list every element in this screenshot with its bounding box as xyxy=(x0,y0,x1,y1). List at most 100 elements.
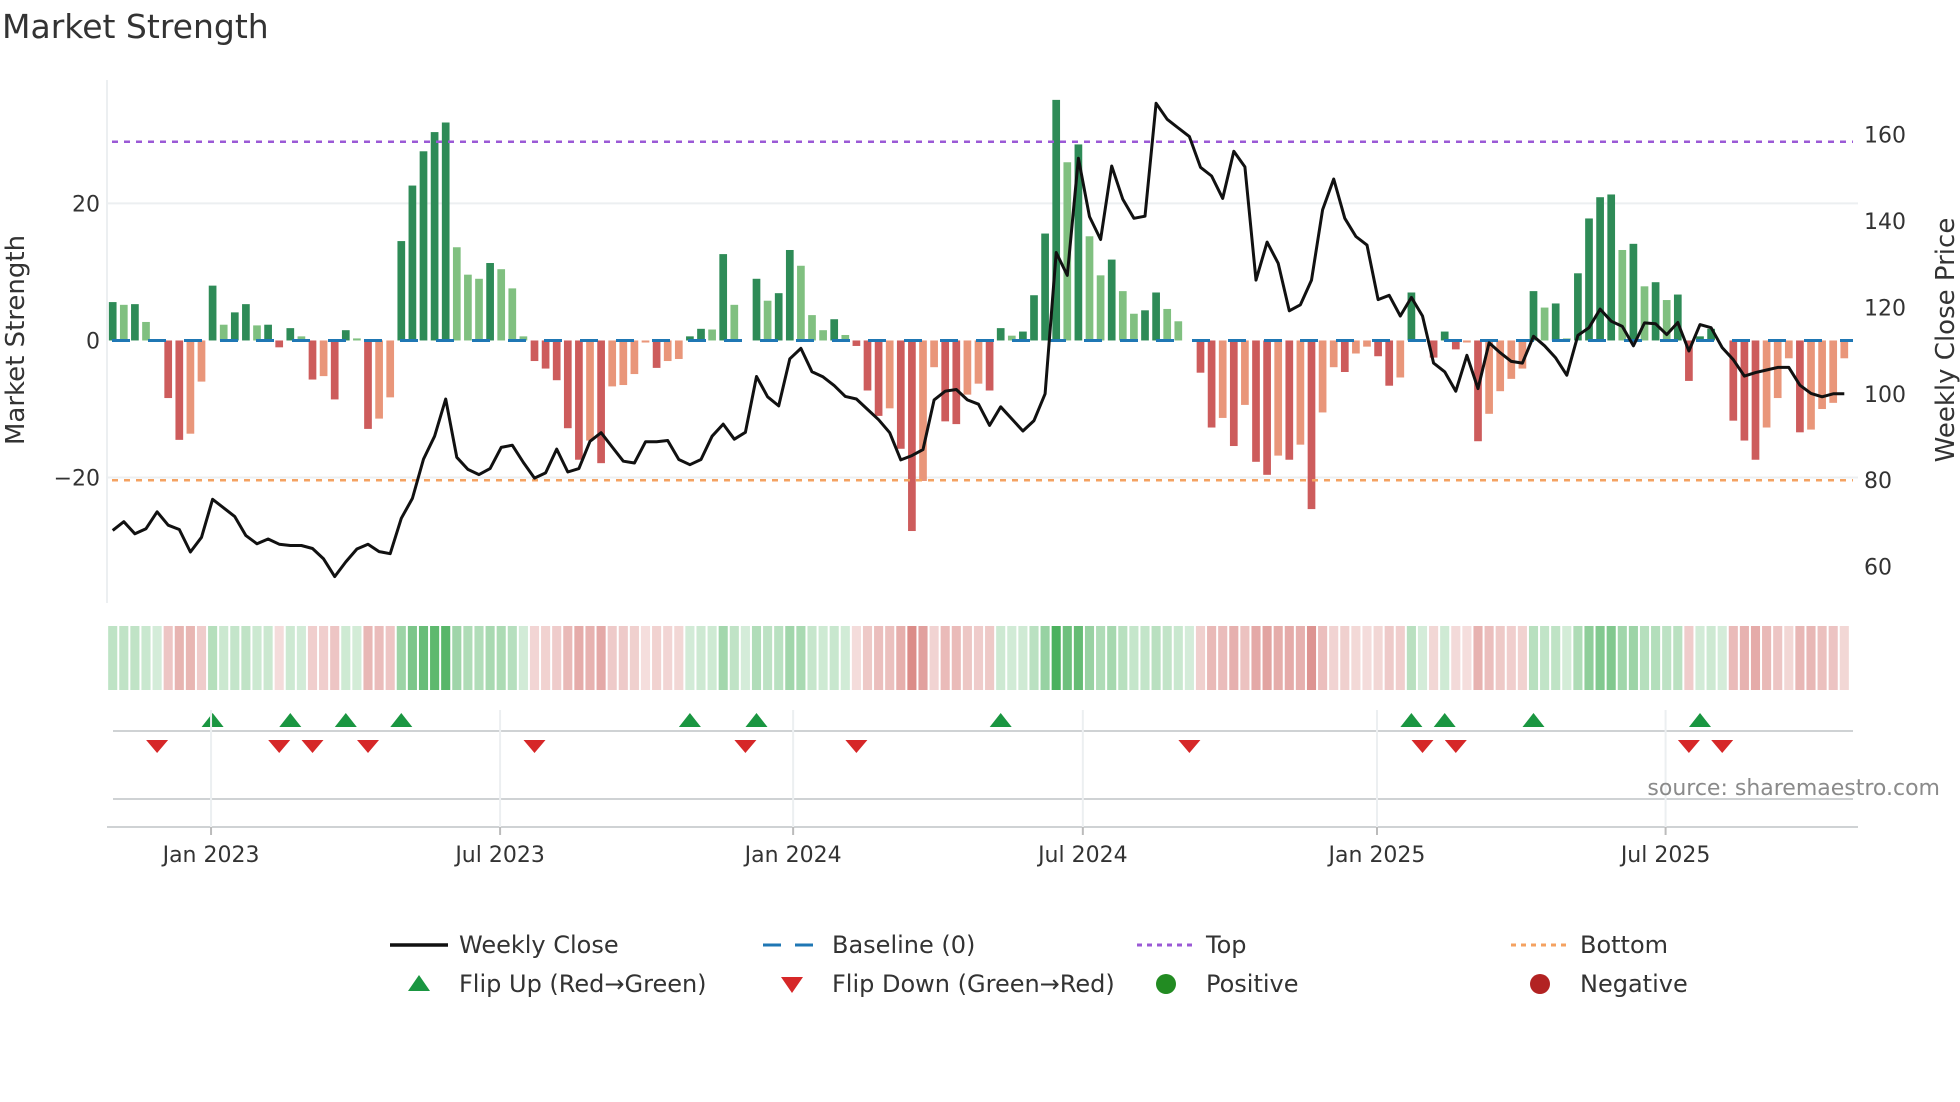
heat-cell xyxy=(1617,626,1627,690)
strength-bar xyxy=(397,241,406,341)
strength-bar xyxy=(630,340,639,375)
triangle-up-icon xyxy=(408,975,430,991)
heat-cell xyxy=(1107,626,1117,690)
strength-bar xyxy=(286,328,295,341)
heat-cell xyxy=(285,626,295,690)
strength-bar xyxy=(697,328,705,341)
strength-bar xyxy=(930,340,938,368)
strength-bar xyxy=(1252,340,1260,462)
heat-cell xyxy=(596,626,606,690)
strength-bar xyxy=(1329,340,1338,368)
heat-cell xyxy=(141,626,151,690)
strength-bar xyxy=(763,300,772,341)
strength-bar xyxy=(808,315,816,341)
legend-item: Weekly Close xyxy=(390,931,619,959)
x-tick-label: Jul 2024 xyxy=(1036,843,1128,868)
strength-bar xyxy=(1318,340,1327,413)
strength-bar xyxy=(1540,307,1549,341)
strength-bar xyxy=(1274,340,1283,456)
heat-cell xyxy=(907,626,917,690)
heat-cell xyxy=(441,626,451,690)
strength-bar xyxy=(1296,340,1305,445)
heat-cell xyxy=(1540,626,1550,690)
strength-bar xyxy=(275,340,284,348)
y-tick-label: 20 xyxy=(72,192,100,217)
heat-cell xyxy=(518,626,528,690)
y2-tick-label: 120 xyxy=(1864,296,1906,321)
heat-cell xyxy=(1750,626,1761,690)
strength-bar xyxy=(1096,275,1105,341)
heat-cell xyxy=(274,626,284,690)
flip-down-marker xyxy=(146,740,169,753)
flip-down-marker xyxy=(301,740,324,753)
heat-cell xyxy=(1329,626,1339,690)
heat-cell xyxy=(851,626,861,690)
heat-cell xyxy=(1606,626,1616,690)
market-strength-chart: Market Strength 20 0 −20 60 80 100 120 140 160 Ja… xyxy=(1,7,1960,998)
x-tick-label: Jan 2025 xyxy=(1327,843,1426,868)
strength-bar xyxy=(1396,340,1405,378)
axes: 20 0 −20 60 80 100 120 140 160 Jan 2023 Jul 2023 Ja… xyxy=(54,123,1906,868)
strength-bar xyxy=(1229,340,1238,447)
flip-markers xyxy=(107,713,1858,828)
heat-cell xyxy=(219,626,229,690)
heat-cell xyxy=(1639,626,1650,690)
strength-bar xyxy=(1651,282,1660,341)
heat-cell xyxy=(1573,626,1583,690)
heat-cell xyxy=(119,626,129,690)
strength-bar xyxy=(1307,340,1316,510)
strength-bar xyxy=(1762,340,1771,428)
flip-up-marker xyxy=(1433,713,1456,727)
heat-cell xyxy=(185,626,195,690)
strength-bar xyxy=(530,340,539,362)
strength-bar xyxy=(142,321,150,341)
heat-cell xyxy=(1051,626,1061,690)
heat-cell xyxy=(319,626,329,690)
strength-bar xyxy=(242,304,250,341)
strength-bar xyxy=(730,304,739,341)
heat-cell xyxy=(1373,626,1383,690)
heat-cell xyxy=(1162,626,1172,690)
flip-up-marker xyxy=(390,713,413,727)
strength-bar xyxy=(941,340,950,422)
heat-cell xyxy=(1662,626,1672,690)
strength-bar xyxy=(1130,313,1138,341)
heat-cell xyxy=(1284,626,1294,690)
strength-bar xyxy=(253,325,261,341)
strength-bar xyxy=(1574,273,1582,341)
strength-bar xyxy=(419,151,428,341)
heat-cell xyxy=(1717,626,1727,690)
strength-bar xyxy=(1352,340,1360,354)
heat-cell xyxy=(1073,626,1083,690)
heat-cell xyxy=(1506,626,1516,690)
strength-bar xyxy=(586,340,594,441)
legend-label: Baseline (0) xyxy=(832,931,975,959)
strength-bar xyxy=(908,340,916,532)
heat-cell xyxy=(951,626,961,690)
heat-cell xyxy=(840,626,850,690)
flip-down-marker xyxy=(734,740,757,753)
strength-bar xyxy=(1196,340,1205,373)
heat-cell xyxy=(1817,626,1827,690)
strength-bar xyxy=(619,340,628,386)
heat-cell xyxy=(796,626,806,690)
x-tick-label: Jul 2023 xyxy=(453,843,545,868)
y-tick-label: 0 xyxy=(86,329,100,354)
strength-bar xyxy=(996,328,1005,341)
legend-label: Negative xyxy=(1580,970,1688,998)
legend-item: Positive xyxy=(1156,970,1299,998)
heat-cell xyxy=(740,626,750,690)
heat-cell xyxy=(1184,626,1194,690)
heat-cell xyxy=(1273,626,1283,690)
strength-bar xyxy=(608,340,617,387)
legend-label: Top xyxy=(1205,931,1247,959)
strength-bar xyxy=(1085,236,1094,341)
heat-cell xyxy=(1306,626,1317,690)
heat-cell xyxy=(1473,626,1483,690)
y2-tick-label: 160 xyxy=(1864,123,1906,148)
heat-cell xyxy=(1451,626,1461,690)
heat-cell xyxy=(1251,626,1261,690)
flip-down-marker xyxy=(1178,740,1201,753)
heat-cell xyxy=(1551,626,1561,690)
strength-bar xyxy=(1141,310,1149,341)
